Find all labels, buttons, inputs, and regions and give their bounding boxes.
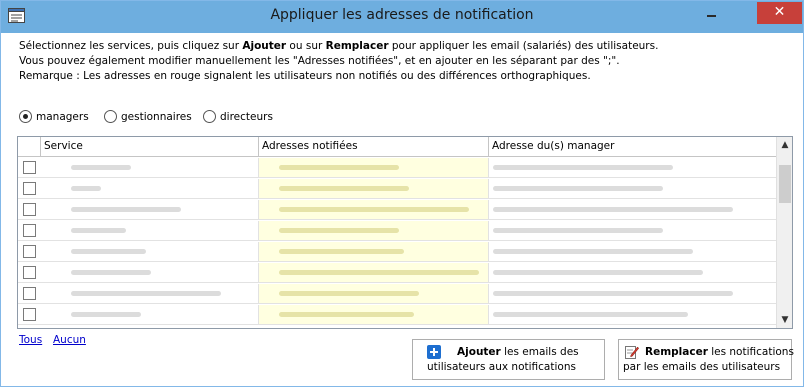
row-checkbox[interactable]	[23, 287, 36, 300]
service-cell	[41, 242, 259, 261]
radio-directeurs[interactable]: directeurs	[203, 110, 273, 123]
manager-address-cell	[489, 263, 776, 282]
manager-address-cell	[489, 179, 776, 198]
table-row[interactable]	[18, 242, 776, 262]
window-title: Appliquer les adresses de notification	[270, 7, 534, 23]
manager-address-cell	[489, 158, 776, 177]
scroll-down-icon[interactable]: ▼	[777, 312, 792, 328]
notified-addresses-cell[interactable]	[259, 263, 489, 282]
row-checkbox[interactable]	[23, 182, 36, 195]
services-grid[interactable]: Service Adresses notifiées Adresse du(s)…	[17, 136, 793, 329]
add-button-line-1: Ajouter les emails des	[457, 346, 579, 358]
title-bar: Appliquer les adresses de notification ✕	[1, 1, 803, 33]
row-checkbox[interactable]	[23, 308, 36, 321]
manager-address-cell	[489, 305, 776, 324]
scroll-thumb[interactable]	[779, 165, 791, 203]
service-cell	[41, 263, 259, 282]
radio-managers[interactable]: managers	[19, 110, 89, 123]
row-checkbox[interactable]	[23, 161, 36, 174]
instruction-line-1: Sélectionnez les services, puis cliquez …	[19, 40, 659, 52]
radio-dot	[104, 110, 117, 123]
row-checkbox[interactable]	[23, 266, 36, 279]
notified-addresses-cell[interactable]	[259, 200, 489, 219]
table-row[interactable]	[18, 158, 776, 178]
add-button-line-2: utilisateurs aux notifications	[427, 361, 576, 373]
add-emails-button[interactable]: Ajouter les emails des utilisateurs aux …	[412, 339, 605, 380]
manager-address-cell	[489, 221, 776, 240]
select-none-link[interactable]: Aucun	[53, 334, 86, 346]
service-cell	[41, 284, 259, 303]
table-row[interactable]	[18, 284, 776, 304]
notified-addresses-cell[interactable]	[259, 158, 489, 177]
manager-address-cell	[489, 200, 776, 219]
replace-emails-button[interactable]: Remplacer les notifications par les emai…	[618, 339, 794, 380]
instruction-line-3: Remarque : Les adresses en rouge signale…	[19, 70, 591, 82]
replace-button-line-2: par les emails des utilisateurs	[623, 361, 781, 373]
service-cell	[41, 158, 259, 177]
header-service[interactable]: Service	[41, 137, 259, 157]
table-row[interactable]	[18, 221, 776, 241]
scroll-up-icon[interactable]: ▲	[777, 137, 792, 153]
table-row[interactable]	[18, 200, 776, 220]
instructions-text: Sélectionnez les services, puis cliquez …	[19, 39, 789, 84]
notified-addresses-cell[interactable]	[259, 242, 489, 261]
notified-addresses-cell[interactable]	[259, 179, 489, 198]
select-all-link[interactable]: Tous	[19, 334, 42, 346]
row-checkbox[interactable]	[23, 203, 36, 216]
plus-icon	[427, 345, 441, 359]
manager-address-cell	[489, 284, 776, 303]
service-cell	[41, 221, 259, 240]
close-button[interactable]: ✕	[757, 2, 802, 24]
service-cell	[41, 179, 259, 198]
notified-addresses-cell[interactable]	[259, 305, 489, 324]
grid-header: Service Adresses notifiées Adresse du(s)…	[18, 137, 776, 157]
instruction-line-2: Vous pouvez également modifier manuellem…	[19, 55, 620, 67]
header-checkbox-column	[18, 137, 41, 157]
radio-dot	[203, 110, 216, 123]
replace-button-line-1: Remplacer les notifications	[645, 346, 794, 358]
row-checkbox[interactable]	[23, 224, 36, 237]
edit-icon	[625, 345, 640, 359]
row-checkbox[interactable]	[23, 245, 36, 258]
minimize-icon	[707, 15, 716, 17]
radio-gestionnaires[interactable]: gestionnaires	[104, 110, 192, 123]
service-cell	[41, 200, 259, 219]
notified-addresses-cell[interactable]	[259, 284, 489, 303]
service-cell	[41, 305, 259, 324]
vertical-scrollbar[interactable]: ▲ ▼	[776, 137, 792, 328]
table-row[interactable]	[18, 305, 776, 325]
radio-dot-selected	[19, 110, 32, 123]
manager-address-cell	[489, 242, 776, 261]
dialog-window: Appliquer les adresses de notification ✕…	[0, 0, 804, 387]
minimize-button[interactable]	[698, 3, 725, 25]
table-row[interactable]	[18, 263, 776, 283]
header-adresses-notifiees[interactable]: Adresses notifiées	[259, 137, 489, 157]
notified-addresses-cell[interactable]	[259, 221, 489, 240]
header-adresse-manager[interactable]: Adresse du(s) manager	[489, 137, 776, 157]
table-row[interactable]	[18, 179, 776, 199]
